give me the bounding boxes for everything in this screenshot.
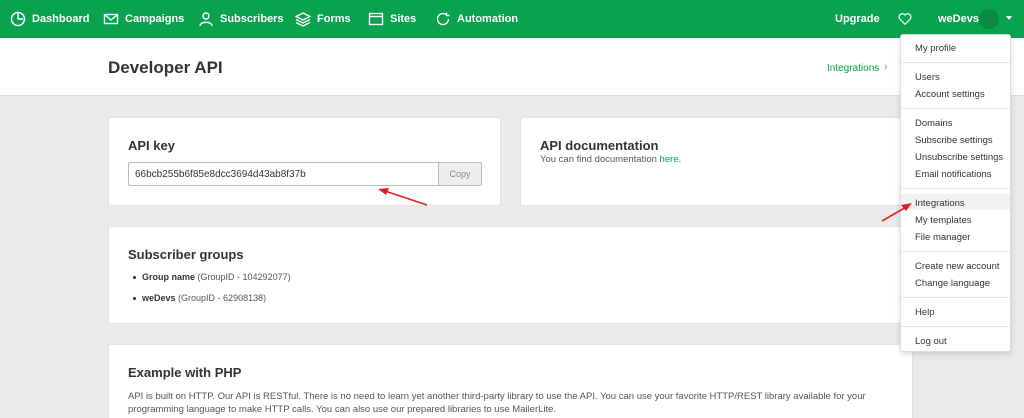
copy-button[interactable]: Copy	[438, 163, 481, 185]
group-name: Group name	[142, 272, 196, 282]
menu-item-my-templates[interactable]: My templates	[915, 215, 972, 226]
mail-icon	[103, 13, 119, 25]
api-key-value[interactable]: 66bcb255b6f85e8dcc3694d43ab8f37b	[129, 163, 438, 185]
menu-item-account-settings[interactable]: Account settings	[915, 89, 985, 100]
api-key-title: API key	[128, 138, 175, 153]
nav-sites-label: Sites	[390, 13, 417, 25]
nav-dashboard-label: Dashboard	[32, 13, 90, 25]
nav-subscribers-label: Subscribers	[220, 13, 284, 25]
upgrade-link[interactable]: Upgrade	[835, 0, 880, 38]
group-id: (GroupID - 62908138)	[178, 293, 267, 303]
chevron-down-icon[interactable]	[1006, 16, 1012, 20]
php-example-card: Example with PHP API is built on HTTP. O…	[108, 344, 913, 418]
browser-icon	[368, 12, 384, 26]
api-key-field[interactable]: 66bcb255b6f85e8dcc3694d43ab8f37b Copy	[128, 162, 482, 186]
api-docs-title: API documentation	[540, 138, 659, 153]
heart-icon	[898, 13, 912, 26]
nav-campaigns-label: Campaigns	[125, 13, 185, 25]
php-example-text: API is built on HTTP. Our API is RESTful…	[128, 391, 866, 415]
docs-here-link[interactable]: here	[660, 154, 679, 165]
refresh-icon	[436, 12, 450, 26]
nav-automation[interactable]: Automation	[435, 0, 518, 38]
menu-item-my-profile[interactable]: My profile	[915, 43, 956, 54]
nav-subscribers[interactable]: Subscribers	[198, 0, 284, 38]
menu-item-file-manager[interactable]: File manager	[915, 232, 970, 243]
menu-item-help[interactable]: Help	[915, 307, 935, 318]
menu-item-domains[interactable]: Domains	[915, 118, 953, 129]
bullet	[133, 276, 136, 279]
menu-divider	[901, 297, 1010, 298]
api-docs-text-body: You can find documentation	[540, 154, 660, 165]
menu-item-subscribe-settings[interactable]: Subscribe settings	[915, 135, 993, 146]
account-dropdown: My profile Users Account settings Domain…	[900, 34, 1011, 352]
top-navbar: Dashboard Campaigns Subscribers Forms Si…	[0, 0, 1024, 38]
menu-divider	[901, 251, 1010, 252]
nav-dashboard[interactable]: Dashboard	[10, 0, 89, 38]
api-docs-text: You can find documentation here.	[540, 154, 681, 165]
menu-item-log-out[interactable]: Log out	[915, 336, 947, 347]
group-id: (GroupID - 104292077)	[197, 272, 291, 282]
menu-item-create-new-account[interactable]: Create new account	[915, 261, 1000, 272]
nav-forms[interactable]: Forms	[295, 0, 351, 38]
page-header: Developer API Integrations ›	[0, 38, 1024, 96]
dashboard-icon	[10, 11, 26, 27]
account-name[interactable]: weDevs	[938, 0, 979, 38]
api-key-card: API key 66bcb255b6f85e8dcc3694d43ab8f37b…	[108, 117, 501, 206]
menu-item-email-notifications[interactable]: Email notifications	[915, 169, 992, 180]
favorites-button[interactable]	[898, 0, 912, 38]
subscriber-groups-card: Subscriber groups Group name (GroupID - …	[108, 226, 913, 324]
menu-item-integrations[interactable]: Integrations	[915, 198, 965, 209]
chevron-right-icon: ›	[884, 61, 888, 73]
menu-divider	[901, 326, 1010, 327]
avatar[interactable]	[979, 9, 999, 29]
menu-divider	[901, 188, 1010, 189]
menu-divider	[901, 108, 1010, 109]
group-name: weDevs	[142, 293, 176, 303]
php-example-title: Example with PHP	[128, 365, 242, 380]
nav-sites[interactable]: Sites	[368, 0, 416, 38]
user-icon	[199, 12, 213, 27]
nav-automation-label: Automation	[457, 13, 519, 25]
menu-item-users[interactable]: Users	[915, 72, 940, 83]
menu-divider	[901, 62, 1010, 63]
layers-icon	[295, 12, 311, 27]
page-title: Developer API	[108, 58, 223, 77]
nav-campaigns[interactable]: Campaigns	[103, 0, 184, 38]
menu-item-unsubscribe-settings[interactable]: Unsubscribe settings	[915, 152, 1003, 163]
subscriber-groups-title: Subscriber groups	[128, 247, 244, 262]
api-docs-card: API documentation You can find documenta…	[520, 117, 913, 206]
api-docs-text-suffix: .	[678, 154, 682, 165]
bullet	[133, 297, 136, 300]
list-item: Group name (GroupID - 104292077)	[133, 272, 291, 282]
nav-forms-label: Forms	[317, 13, 351, 25]
breadcrumb-integrations[interactable]: Integrations	[827, 63, 879, 74]
list-item: weDevs (GroupID - 62908138)	[133, 293, 267, 303]
menu-item-change-language[interactable]: Change language	[915, 278, 990, 289]
